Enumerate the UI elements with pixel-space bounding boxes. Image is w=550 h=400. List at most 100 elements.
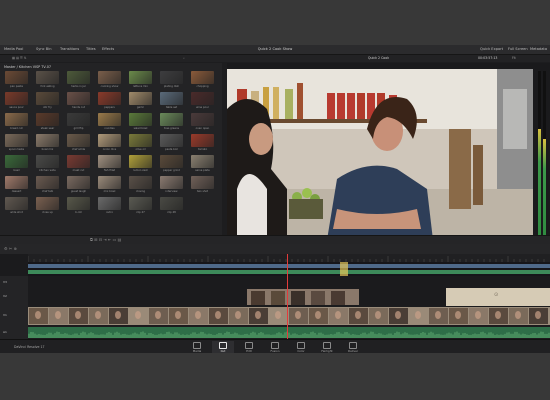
page-tab-media[interactable]: Media: [186, 341, 208, 353]
media-clip-thumbnail[interactable]: sauce pour: [5, 92, 28, 110]
media-clip-thumbnail[interactable]: basil: [5, 155, 28, 173]
media-clip-thumbnail[interactable]: plating dish: [160, 71, 183, 89]
media-clip-thumbnail[interactable]: fish fillet: [98, 155, 121, 173]
clip-preview-image: [5, 176, 28, 189]
media-clip-thumbnail[interactable]: b-roll: [67, 197, 90, 215]
media-clip-thumbnail[interactable]: pasta boil: [160, 134, 183, 152]
media-clip-thumbnail[interactable]: closing: [129, 176, 152, 194]
media-clip-thumbnail[interactable]: oven open: [191, 113, 214, 131]
media-clip-thumbnail[interactable]: clip 47: [129, 197, 152, 215]
clip-name: lettuce mix: [133, 85, 148, 88]
track-header-a1[interactable]: A1: [0, 326, 28, 340]
page-tab-deliver[interactable]: Deliver: [342, 341, 364, 353]
track-header-v2[interactable]: V2: [0, 288, 28, 307]
clip-preview-image: [36, 134, 59, 147]
title-clip[interactable]: ⊙: [446, 288, 550, 306]
media-clip-thumbnail[interactable]: chef talk: [36, 176, 59, 194]
clip-name: oven open: [195, 127, 210, 130]
clip-preview-image: [98, 71, 121, 84]
page-tab-fairlight[interactable]: Fairlight: [316, 341, 338, 353]
metadata-button[interactable]: Metadata: [530, 45, 547, 54]
timeline-overview[interactable]: [28, 262, 550, 276]
page-tab-color[interactable]: Color: [290, 341, 312, 353]
media-clip-thumbnail[interactable]: meat cut: [67, 155, 90, 173]
clip-preview-image: [67, 155, 90, 168]
media-clip-thumbnail[interactable]: toss greens: [160, 113, 183, 131]
search-icon[interactable]: ⌕: [183, 55, 185, 62]
full-screen-button[interactable]: Full Screen: [508, 45, 528, 54]
track-lane-v2: ⊙: [28, 288, 550, 307]
media-clip-thumbnail[interactable]: wine pour: [191, 92, 214, 110]
track-header-v1[interactable]: V1: [0, 306, 28, 327]
media-clip-thumbnail[interactable]: clip 48: [160, 197, 183, 215]
page-tab-cut[interactable]: Cut: [212, 341, 234, 353]
audio-clip[interactable]: [28, 327, 550, 338]
media-clip-thumbnail[interactable]: peppers: [98, 92, 121, 110]
media-clip-thumbnail[interactable]: wide shot: [5, 197, 28, 215]
page-fairlight-icon: [323, 342, 331, 349]
clip-name: kitchen wide: [39, 169, 56, 172]
audio-meter-right: [543, 71, 546, 239]
clip-preview-image: [98, 92, 121, 105]
viewer-zoom[interactable]: Fit: [512, 55, 516, 62]
media-clip-thumbnail[interactable]: fork eating: [36, 71, 59, 89]
media-clip-thumbnail[interactable]: bread cut: [5, 113, 28, 131]
main-video-clip[interactable]: [28, 307, 550, 325]
media-clip-thumbnail[interactable]: dessert: [5, 176, 28, 194]
media-clip-thumbnail[interactable]: lettuce mix: [129, 71, 152, 89]
media-clip-thumbnail[interactable]: chopping: [191, 71, 214, 89]
media-clip-thumbnail[interactable]: garlic: [129, 92, 152, 110]
clip-preview-image: [160, 71, 183, 84]
media-clip-thumbnail[interactable]: interview: [160, 176, 183, 194]
media-clip-thumbnail[interactable]: hands cut: [67, 92, 90, 110]
timeline-tools-icon[interactable]: ⚙ ✂ ⊕: [4, 246, 17, 251]
page-deliver-icon: [349, 342, 357, 349]
media-clip-thumbnail[interactable]: steak sear: [36, 113, 59, 131]
clip-preview-image: [67, 134, 90, 147]
clip-name: clip 47: [136, 211, 145, 214]
media-clip-thumbnail[interactable]: serve plate: [191, 155, 214, 173]
media-clip-thumbnail[interactable]: guest laugh: [67, 176, 90, 194]
media-clip-thumbnail[interactable]: lemon zest: [129, 155, 152, 173]
page-fusion-icon: [271, 342, 279, 349]
media-clip-thumbnail[interactable]: herbs in jar: [67, 71, 90, 89]
media-clip-thumbnail[interactable]: close up: [36, 197, 59, 215]
media-clip-thumbnail[interactable]: chef smile: [67, 134, 90, 152]
edit-tools-icons[interactable]: ⧉ ⊞ ⊟ ⇥ ⇤ ▭ ▤: [90, 237, 121, 242]
clip-preview-image: [129, 92, 152, 105]
playhead[interactable]: [287, 254, 288, 339]
overview-video-strip: [28, 264, 550, 268]
clip-preview-image: [5, 134, 28, 147]
media-clip-thumbnail[interactable]: onion dice: [98, 134, 121, 152]
media-clip-thumbnail[interactable]: grill flip: [67, 113, 90, 131]
page-tab-fusion[interactable]: Fusion: [264, 341, 286, 353]
clip-preview-image: [5, 113, 28, 126]
page-tab-edit[interactable]: Edit: [238, 341, 260, 353]
media-clip-thumbnail[interactable]: cooking show: [98, 71, 121, 89]
audio-meters: [537, 71, 547, 239]
bin-view-icon[interactable]: ▦ ▤ ☰ ⇅: [12, 55, 27, 62]
timeline-ruler[interactable]: [27, 254, 550, 262]
timeline-clip[interactable]: [247, 289, 359, 305]
media-clip-thumbnail[interactable]: salad bowl: [129, 113, 152, 131]
media-clip-thumbnail[interactable]: spoon taste: [5, 134, 28, 152]
media-clip-thumbnail[interactable]: mix bowl: [98, 176, 121, 194]
media-clip-thumbnail[interactable]: kitchen wide: [36, 155, 59, 173]
media-clip-thumbnail[interactable]: tomato: [191, 134, 214, 152]
media-clip-thumbnail[interactable]: stir fry: [36, 92, 59, 110]
media-clip-thumbnail[interactable]: pan pasta: [5, 71, 28, 89]
timeline-header: ⚙ ✂ ⊕: [0, 244, 550, 254]
media-clip-thumbnail[interactable]: outro: [98, 197, 121, 215]
clip-name: bread cut: [10, 127, 23, 130]
clip-thumbnails: [247, 289, 359, 305]
quick-export-button[interactable]: Quick Export: [480, 45, 503, 54]
media-clip-thumbnail[interactable]: pepper grind: [160, 155, 183, 173]
media-clip-thumbnail[interactable]: table set: [160, 92, 183, 110]
clip-preview-image: [129, 134, 152, 147]
clip-preview-image: [160, 155, 183, 168]
media-clip-thumbnail[interactable]: noodles: [98, 113, 121, 131]
media-clip-thumbnail[interactable]: bowl mix: [36, 134, 59, 152]
clip-preview-image: [129, 71, 152, 84]
media-clip-thumbnail[interactable]: olive oil: [129, 134, 152, 152]
media-clip-thumbnail[interactable]: two shot: [191, 176, 214, 194]
